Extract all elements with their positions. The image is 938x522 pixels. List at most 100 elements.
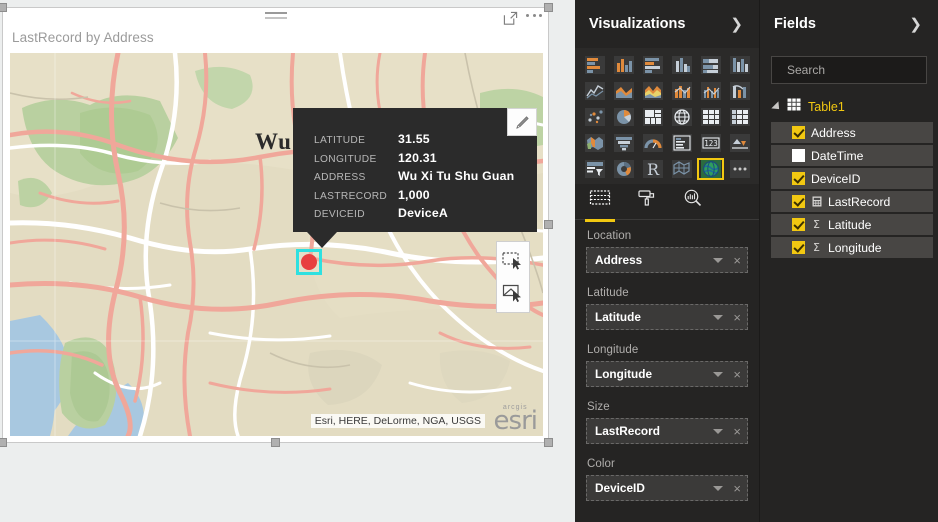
more-options-icon[interactable] [526,12,542,26]
resize-handle-bottom-right[interactable] [544,438,553,447]
field-checkbox[interactable] [792,126,805,139]
kpi-icon[interactable] [726,132,753,154]
map-surface[interactable]: Wu LATITUDE 31.55 LONGITUDE 120.31 ADDRESS Wu… [10,53,543,436]
ribbon-chart-icon[interactable] [726,80,753,102]
scatter-chart-icon[interactable] [581,106,608,128]
tooltip-row: LONGITUDE 120.31 [314,151,537,170]
hundred-percent-stacked-column-chart-icon[interactable] [726,54,753,76]
field-name: DeviceID [811,171,861,186]
map-icon[interactable] [668,106,695,128]
clustered-bar-chart-icon[interactable] [639,54,666,76]
resize-handle-bottom-left[interactable] [0,438,7,447]
fields-table-node[interactable]: Table1 [760,94,938,122]
treemap-icon[interactable] [639,106,666,128]
resize-handle-top-right[interactable] [544,3,553,12]
field-item-longitude[interactable]: Σ Longitude [771,237,933,258]
field-item-datetime[interactable]: DateTime [771,145,933,166]
svg-text:123: 123 [704,139,718,148]
field-item-deviceid[interactable]: DeviceID [771,168,933,189]
filled-map-icon[interactable] [581,132,608,154]
chevron-down-icon[interactable] [713,314,724,320]
field-item-lastrecord[interactable]: LastRecord [771,191,933,212]
tooltip-value: DeviceA [398,206,448,220]
well-field-name: Address [595,253,643,267]
field-checkbox[interactable] [792,241,805,254]
tab-fields[interactable] [585,189,615,222]
focus-mode-icon[interactable] [503,11,518,26]
well-color[interactable]: DeviceID × [586,475,748,501]
pie-chart-icon[interactable] [610,106,637,128]
well-location[interactable]: Address × [586,247,748,273]
lasso-select-tool[interactable] [500,280,526,306]
tab-analytics[interactable] [683,189,703,215]
map-data-point[interactable] [296,249,322,275]
resize-handle-top-left[interactable] [0,3,7,12]
multi-row-card-icon[interactable] [668,132,695,154]
chevron-down-icon[interactable] [713,428,724,434]
field-checkbox[interactable] [792,218,805,231]
area-chart-icon[interactable] [610,80,637,102]
arcgis-map-visual[interactable]: LastRecord by Address Wu LATITUDE 31.55 … [2,7,549,443]
field-item-latitude[interactable]: Σ Latitude [771,214,933,235]
rectangle-select-tool[interactable] [500,248,526,274]
card-icon[interactable]: 123 [697,132,724,154]
visualizations-pane: Visualizations ❯ 123 R Location Address … [575,0,760,522]
remove-field-icon[interactable]: × [733,425,741,438]
more-visuals-icon[interactable] [726,158,753,180]
hundred-percent-stacked-bar-chart-icon[interactable] [697,54,724,76]
arcgis-maps-icon[interactable] [697,158,724,180]
field-checkbox[interactable] [792,172,805,185]
well-longitude[interactable]: Longitude × [586,361,748,387]
stacked-bar-chart-icon[interactable] [581,54,608,76]
line-stacked-column-chart-icon[interactable] [668,80,695,102]
line-clustered-column-chart-icon[interactable] [697,80,724,102]
svg-text:R: R [646,160,659,178]
report-canvas[interactable]: LastRecord by Address Wu LATITUDE 31.55 … [0,0,575,522]
tooltip-key: LONGITUDE [314,153,377,165]
chevron-down-icon[interactable] [713,371,724,377]
sketch-edit-button[interactable] [507,108,537,136]
remove-field-icon[interactable]: × [733,254,741,267]
slicer-icon[interactable] [581,158,608,180]
search-input[interactable] [787,63,938,77]
field-checkbox[interactable] [792,149,805,162]
tooltip-key: LASTRECORD [314,190,388,202]
remove-field-icon[interactable]: × [733,482,741,495]
field-checkbox[interactable] [792,195,805,208]
chevron-right-icon[interactable]: ❯ [730,15,743,33]
well-latitude[interactable]: Latitude × [586,304,748,330]
tooltip-row: LASTRECORD 1,000 [314,188,537,207]
field-item-address[interactable]: Address [771,122,933,143]
chevron-down-icon[interactable] [771,101,783,113]
visualizations-pane-header: Visualizations ❯ [575,0,759,48]
chevron-right-icon[interactable]: ❯ [909,15,922,33]
donut-chart-icon[interactable] [610,158,637,180]
stacked-column-chart-icon[interactable] [610,54,637,76]
fields-pane-header: Fields ❯ [760,0,938,48]
line-chart-icon[interactable] [581,80,608,102]
visualizations-tabs [575,184,759,222]
shape-map-icon[interactable] [668,158,695,180]
resize-handle-right-middle[interactable] [544,220,553,229]
visual-drag-handle[interactable] [264,12,287,22]
tab-format[interactable] [637,189,657,215]
clustered-column-chart-icon[interactable] [668,54,695,76]
chevron-down-icon[interactable] [713,485,724,491]
remove-field-icon[interactable]: × [733,311,741,324]
table-icon[interactable] [697,106,724,128]
matrix-icon[interactable] [726,106,753,128]
remove-field-icon[interactable]: × [733,368,741,381]
fields-title: Fields [774,16,816,32]
map-selection-tools[interactable] [496,241,530,313]
calculator-icon [811,196,822,207]
resize-handle-bottom-middle[interactable] [271,438,280,447]
gauge-icon[interactable] [639,132,666,154]
chevron-down-icon[interactable] [713,257,724,263]
search-box[interactable] [771,56,938,84]
r-script-visual-icon[interactable]: R [639,158,666,180]
funnel-chart-icon[interactable] [610,132,637,154]
well-label-latitude: Latitude [587,287,629,299]
stacked-area-chart-icon[interactable] [639,80,666,102]
well-size[interactable]: LastRecord × [586,418,748,444]
esri-logo-name: esri [493,406,538,436]
